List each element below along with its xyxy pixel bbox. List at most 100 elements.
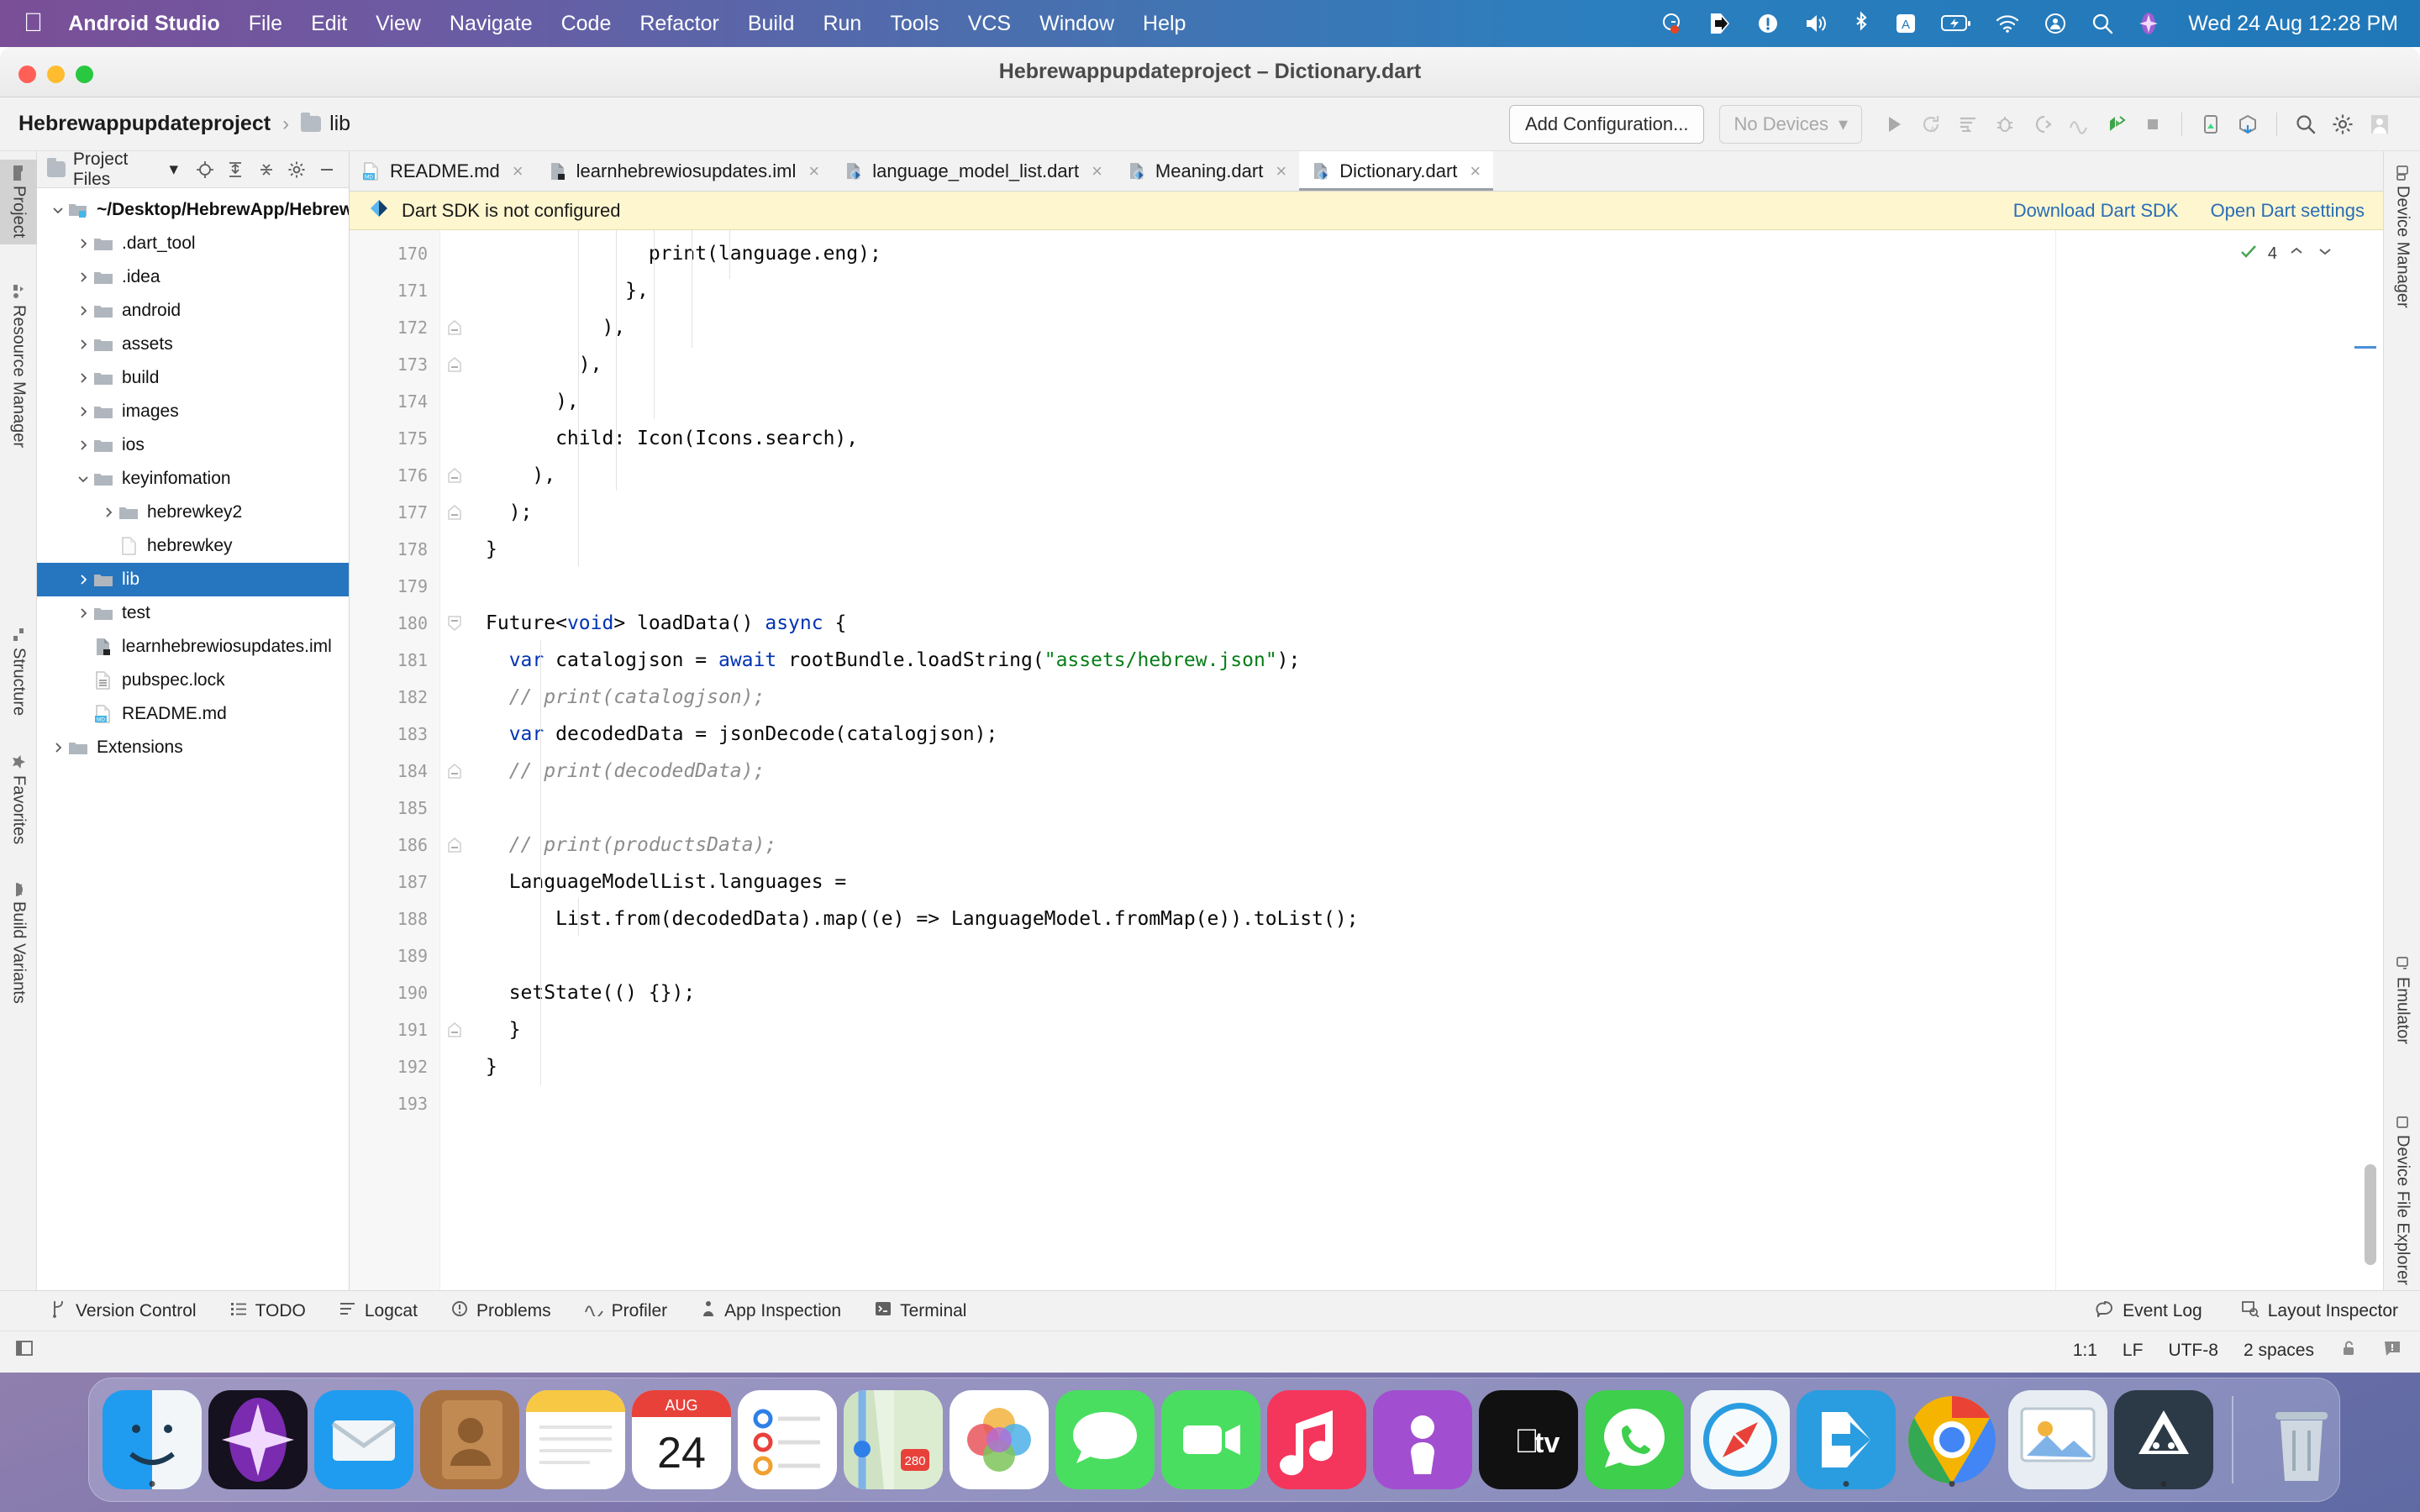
fold-slot[interactable]	[440, 864, 477, 900]
code-line[interactable]: }	[477, 1011, 2055, 1048]
tree-row[interactable]: hebrewkey2	[37, 496, 349, 529]
sidebar-item-build-variants[interactable]: Build Variants	[0, 877, 37, 1011]
dock-item-music[interactable]	[1267, 1390, 1366, 1489]
sidebar-item-project[interactable]: Project	[0, 160, 37, 244]
dock-item-appletv[interactable]: tv	[1479, 1390, 1578, 1489]
fold-slot[interactable]	[440, 790, 477, 827]
dock-item-notes[interactable]	[526, 1390, 625, 1489]
tool-button-todo[interactable]: TODO	[230, 1301, 306, 1321]
chevron-right-icon[interactable]	[74, 302, 92, 320]
tool-button-logcat[interactable]: Logcat	[339, 1301, 418, 1321]
fold-slot[interactable]	[440, 716, 477, 753]
dock-item-podcasts[interactable]	[1373, 1390, 1472, 1489]
tool-button-event-log[interactable]: Event Log	[2096, 1300, 2202, 1322]
close-icon[interactable]: ×	[513, 160, 523, 182]
input-source-a-icon[interactable]: A	[1894, 12, 1918, 35]
minimize-button[interactable]	[47, 66, 65, 83]
chevron-right-icon[interactable]	[74, 570, 92, 589]
menu-item-build[interactable]: Build	[748, 12, 795, 36]
close-icon[interactable]: ×	[808, 160, 819, 182]
chevron-right-icon[interactable]	[74, 335, 92, 354]
tool-button-version-control[interactable]: Version Control	[50, 1299, 197, 1323]
profile-run-icon[interactable]	[2097, 106, 2134, 143]
tree-row[interactable]: pubspec.lock	[37, 664, 349, 697]
indent-setting[interactable]: 2 spaces	[2244, 1341, 2314, 1361]
tree-row[interactable]: hebrewkey	[37, 529, 349, 563]
notes-icon[interactable]	[526, 1390, 625, 1489]
siri-icon[interactable]	[208, 1390, 308, 1489]
dock-item-trash[interactable]	[2252, 1390, 2351, 1489]
tree-row[interactable]: Extensions	[37, 731, 349, 764]
fold-slot[interactable]	[440, 827, 477, 864]
code-line[interactable]	[477, 568, 2055, 605]
code-line[interactable]: print(language.eng);	[477, 235, 2055, 272]
apple-logo-icon[interactable]: 	[24, 9, 43, 35]
shareit-icon[interactable]	[1707, 11, 1733, 36]
inspection-status[interactable]: 4	[2239, 242, 2334, 265]
alert-icon[interactable]	[1756, 12, 1780, 35]
fold-slot[interactable]	[440, 309, 477, 346]
menu-item-help[interactable]: Help	[1143, 12, 1186, 36]
chevron-down-icon[interactable]	[74, 470, 92, 488]
close-button[interactable]	[18, 66, 36, 83]
fold-slot[interactable]	[440, 1085, 477, 1122]
fold-slot[interactable]	[440, 642, 477, 679]
tree-row[interactable]: ios	[37, 428, 349, 462]
android-studio-icon[interactable]	[2114, 1390, 2213, 1489]
fold-slot[interactable]	[440, 937, 477, 974]
caret-position[interactable]: 1:1	[2073, 1341, 2097, 1361]
chevron-down-icon[interactable]	[2316, 242, 2334, 265]
dock-item-mail[interactable]	[314, 1390, 413, 1489]
code-text-area[interactable]: print(language.eng); }, ), ), ), child: …	[477, 230, 2055, 1290]
control-center-icon[interactable]	[2044, 12, 2067, 35]
fold-slot[interactable]	[440, 420, 477, 457]
chevron-right-icon[interactable]	[49, 738, 67, 757]
tool-button-problems[interactable]: Problems	[451, 1300, 551, 1322]
messages-icon[interactable]	[1055, 1390, 1155, 1489]
menu-item-view[interactable]: View	[376, 12, 421, 36]
menu-item-file[interactable]: File	[249, 12, 282, 36]
tree-row[interactable]: .idea	[37, 260, 349, 294]
device-selector-dropdown[interactable]: No Devices ▾	[1719, 105, 1862, 144]
fold-slot[interactable]	[440, 383, 477, 420]
tree-row[interactable]: build	[37, 361, 349, 395]
dock-item-photos[interactable]	[950, 1390, 1049, 1489]
fold-slot[interactable]	[440, 753, 477, 790]
menu-item-window[interactable]: Window	[1039, 12, 1114, 36]
fold-slot[interactable]	[440, 974, 477, 1011]
sidebar-item-resource-manager[interactable]: Resource Manager	[0, 279, 37, 454]
fold-slot[interactable]	[440, 1048, 477, 1085]
menu-item-run[interactable]: Run	[823, 12, 861, 36]
chevron-up-icon[interactable]	[2287, 242, 2306, 265]
tree-row[interactable]: android	[37, 294, 349, 328]
macos-dock[interactable]: AUG24280tv	[88, 1378, 2340, 1502]
collapse-all-icon[interactable]	[255, 157, 277, 182]
tree-row[interactable]: lib	[37, 563, 349, 596]
dock-item-whatsapp[interactable]	[1585, 1390, 1684, 1489]
chevron-right-icon[interactable]	[74, 369, 92, 387]
chevron-right-icon[interactable]	[74, 402, 92, 421]
code-line[interactable]: // print(productsData);	[477, 827, 2055, 864]
profiler-icon[interactable]	[2060, 106, 2097, 143]
zoom-button[interactable]	[76, 66, 93, 83]
editor-tab[interactable]: Meaning.dart×	[1115, 151, 1299, 191]
maps-icon[interactable]: 280	[844, 1390, 943, 1489]
code-line[interactable]: child: Icon(Icons.search),	[477, 420, 2055, 457]
fold-end-icon[interactable]	[447, 1021, 462, 1038]
hide-panel-icon[interactable]	[316, 157, 339, 182]
preview-icon[interactable]	[2008, 1390, 2107, 1489]
chevron-right-icon[interactable]	[99, 503, 118, 522]
code-line[interactable]: var decodedData = jsonDecode(catalogjson…	[477, 716, 2055, 753]
chevron-right-icon[interactable]	[74, 268, 92, 286]
user-account-icon[interactable]	[2361, 106, 2398, 143]
close-icon[interactable]: ×	[1470, 160, 1481, 182]
battery-charging-icon[interactable]	[1941, 13, 1971, 34]
fold-slot[interactable]	[440, 605, 477, 642]
editor-markers-panel[interactable]: 4	[2055, 230, 2383, 1290]
shareit-icon[interactable]	[1797, 1390, 1896, 1489]
reminders-icon[interactable]	[738, 1390, 837, 1489]
music-icon[interactable]	[1267, 1390, 1366, 1489]
sidebar-item-device-manager[interactable]: Device Manager	[2384, 160, 2420, 315]
chevron-right-icon[interactable]	[74, 436, 92, 454]
dock-item-preview[interactable]	[2008, 1390, 2107, 1489]
